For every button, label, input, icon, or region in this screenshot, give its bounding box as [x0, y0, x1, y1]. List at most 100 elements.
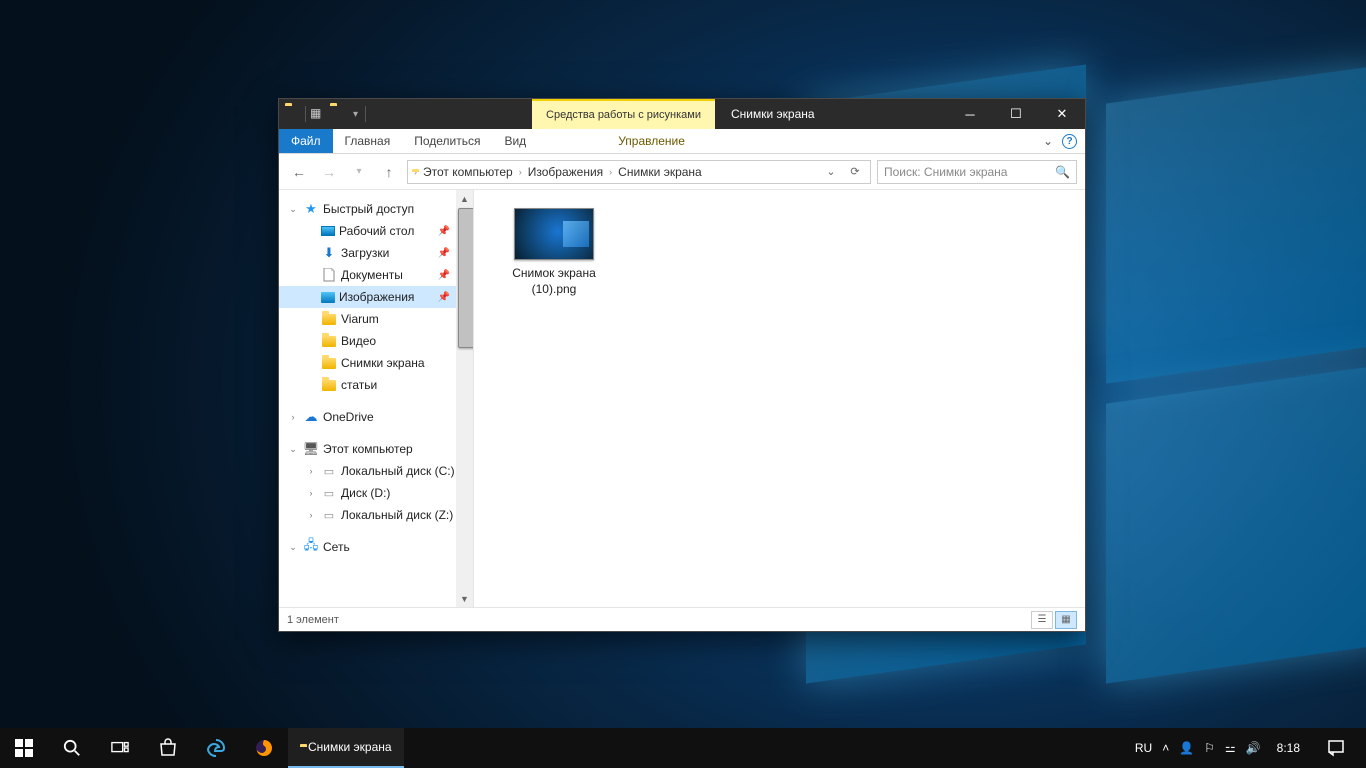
nav-forward-button[interactable]: → [317, 160, 341, 184]
explorer-window: ▦ ▾ Средства работы с рисунками Снимки э… [278, 98, 1086, 632]
search-icon: 🔍 [1055, 165, 1070, 179]
breadcrumb-pictures[interactable]: Изображения [524, 165, 607, 179]
tree-disk-d[interactable]: › ▭ Диск (D:) [279, 482, 456, 504]
collapse-icon[interactable]: ⌄ [287, 542, 299, 553]
titlebar[interactable]: ▦ ▾ Средства работы с рисунками Снимки э… [279, 99, 1085, 129]
expand-icon[interactable]: › [287, 412, 299, 422]
tree-desktop[interactable]: Рабочий стол 📌 [279, 220, 456, 242]
address-bar[interactable]: › Этот компьютер › Изображения › Снимки … [407, 160, 871, 184]
tab-manage[interactable]: Управление [606, 129, 697, 153]
pin-icon: 📌 [438, 226, 456, 237]
tree-this-pc[interactable]: ⌄ 🖥 Этот компьютер [279, 438, 456, 460]
tree-downloads[interactable]: ⬇ Загрузки 📌 [279, 242, 456, 264]
folder-icon[interactable] [330, 106, 346, 122]
tree-documents[interactable]: Документы 📌 [279, 264, 456, 286]
tray-clock[interactable]: 8:18 [1271, 741, 1306, 755]
edge-button[interactable] [192, 728, 240, 768]
nav-recent-dropdown[interactable]: ▾ [347, 160, 371, 184]
tree-screenshots[interactable]: Снимки экрана [279, 352, 456, 374]
ribbon-tabs: Файл Главная Поделиться Вид Управление ⌄… [279, 129, 1085, 154]
maximize-button[interactable]: ☐ [993, 99, 1039, 129]
tray-security-icon[interactable]: ⚐ [1204, 741, 1215, 755]
quick-access-toolbar: ▦ ▾ [279, 99, 372, 129]
address-dropdown-icon[interactable]: ⌄ [820, 165, 842, 178]
drive-icon: ▭ [321, 485, 337, 501]
tree-network[interactable]: ⌄ 🖧 Сеть [279, 536, 456, 558]
ribbon-expand-icon[interactable]: ⌄ [1034, 129, 1062, 153]
file-name-line2: (10).png [532, 282, 577, 296]
tray-people-icon[interactable]: 👤 [1179, 741, 1194, 755]
pictures-icon [321, 292, 335, 303]
search-button[interactable] [48, 728, 96, 768]
status-bar: 1 элемент ☰ ▦ [279, 607, 1085, 631]
tree-articles[interactable]: статьи [279, 374, 456, 396]
tree-video[interactable]: Видео [279, 330, 456, 352]
navpane-scrollbar[interactable]: ▲ ▼ [456, 190, 473, 607]
desktop: ▦ ▾ Средства работы с рисунками Снимки э… [0, 0, 1366, 768]
tree-disk-c[interactable]: › ▭ Локальный диск (C:) [279, 460, 456, 482]
view-icons-button[interactable]: ▦ [1055, 611, 1077, 629]
scroll-up-icon[interactable]: ▲ [456, 190, 473, 207]
tab-file[interactable]: Файл [279, 129, 333, 153]
expand-icon[interactable]: › [305, 510, 317, 520]
tree-onedrive[interactable]: › ☁ OneDrive [279, 406, 456, 428]
search-input[interactable]: Поиск: Снимки экрана 🔍 [877, 160, 1077, 184]
download-icon: ⬇ [321, 245, 337, 261]
document-icon [321, 267, 337, 283]
tab-view[interactable]: Вид [492, 129, 538, 153]
scroll-down-icon[interactable]: ▼ [456, 590, 473, 607]
breadcrumb-screenshots[interactable]: Снимки экрана [614, 165, 706, 179]
qat-dropdown-icon[interactable]: ▾ [350, 109, 361, 120]
tree-pictures[interactable]: Изображения 📌 [279, 286, 456, 308]
minimize-button[interactable]: ─ [947, 99, 993, 129]
tab-share[interactable]: Поделиться [402, 129, 492, 153]
collapse-icon[interactable]: ⌄ [287, 204, 299, 215]
search-placeholder: Поиск: Снимки экрана [884, 165, 1055, 179]
nav-up-button[interactable]: ↑ [377, 160, 401, 184]
breadcrumb-this-pc[interactable]: Этот компьютер [419, 165, 517, 179]
action-center-icon[interactable] [1316, 739, 1356, 757]
folder-icon [285, 106, 301, 122]
tray-chevron-up-icon[interactable]: ˄ [1162, 741, 1169, 755]
drive-icon: ▭ [321, 463, 337, 479]
expand-icon[interactable]: › [305, 466, 317, 476]
nav-back-button[interactable]: ← [287, 160, 311, 184]
properties-icon[interactable]: ▦ [310, 106, 326, 122]
content-area[interactable]: Снимок экрана(10).png [474, 190, 1085, 607]
window-title: Снимки экрана [715, 99, 831, 129]
firefox-button[interactable] [240, 728, 288, 768]
cloud-icon: ☁ [303, 409, 319, 425]
tree-disk-z[interactable]: › ▭ Локальный диск (Z:) [279, 504, 456, 526]
tray-volume-icon[interactable]: 🔊 [1246, 741, 1261, 755]
tab-home[interactable]: Главная [333, 129, 403, 153]
ribbon-context-label: Средства работы с рисунками [532, 99, 715, 129]
collapse-icon[interactable]: ⌄ [287, 444, 299, 455]
desktop-icon [321, 226, 335, 236]
tree-quick-access[interactable]: ⌄ ★ Быстрый доступ [279, 198, 456, 220]
tray-wifi-icon[interactable]: ⚍ [1225, 741, 1236, 755]
store-button[interactable] [144, 728, 192, 768]
start-button[interactable] [0, 728, 48, 768]
chevron-right-icon[interactable]: › [609, 167, 612, 177]
refresh-icon[interactable]: ⟳ [844, 165, 866, 178]
pc-icon: 🖥 [303, 441, 319, 457]
scroll-thumb[interactable] [458, 208, 474, 348]
view-details-button[interactable]: ☰ [1031, 611, 1053, 629]
tree-viarum[interactable]: Viarum [279, 308, 456, 330]
close-button[interactable]: ✕ [1039, 99, 1085, 129]
drive-icon: ▭ [321, 507, 337, 523]
taskbar: Снимки экрана RU ˄ 👤 ⚐ ⚍ 🔊 8:18 [0, 728, 1366, 768]
help-icon[interactable]: ? [1062, 134, 1077, 149]
folder-icon [321, 333, 337, 349]
star-icon: ★ [303, 201, 319, 217]
navigation-pane: ⌄ ★ Быстрый доступ Рабочий стол 📌 ⬇ Загр… [279, 190, 474, 607]
address-bar-row: ← → ▾ ↑ › Этот компьютер › Изображения ›… [279, 154, 1085, 190]
tray-lang[interactable]: RU [1135, 741, 1152, 755]
expand-icon[interactable]: › [305, 488, 317, 498]
task-view-button[interactable] [96, 728, 144, 768]
taskbar-app-explorer[interactable]: Снимки экрана [288, 728, 404, 768]
chevron-right-icon[interactable]: › [519, 167, 522, 177]
pin-icon: 📌 [438, 270, 456, 281]
file-item[interactable]: Снимок экрана(10).png [504, 208, 604, 297]
network-icon: 🖧 [303, 539, 319, 555]
